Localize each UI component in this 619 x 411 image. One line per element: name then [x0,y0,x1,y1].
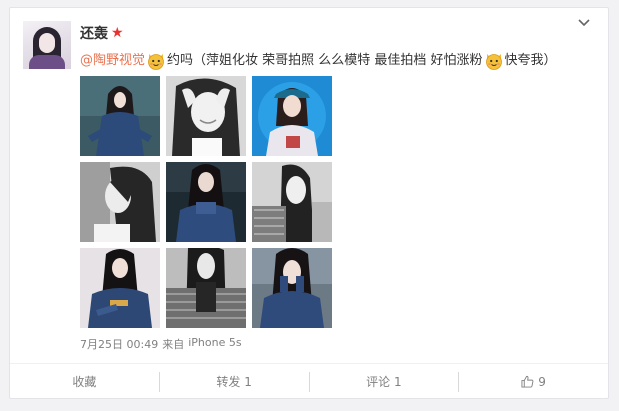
post-text: @陶野视觉 约吗（萍姐化妆 荣哥拍照 么么模特 最佳拍档 好怕涨粉 快夸我） [80,51,600,71]
repost-button[interactable]: 转发 1 [160,371,310,392]
post-meta: 7月25日 00:49 来自 iPhone 5s [80,336,242,352]
photo-thumbnail-5[interactable] [166,162,246,242]
photo-thumbnail-9[interactable] [252,248,332,328]
photo-thumbnail-7[interactable] [80,248,160,328]
photo-thumbnail-8[interactable] [166,248,246,328]
cat-face-emoji-icon [148,54,164,70]
like-button[interactable]: 9 [459,372,608,392]
photo-grid [80,76,334,328]
post-text-part2: 快夸我） [504,53,557,68]
post-timestamp[interactable]: 7月25日 00:49 [80,336,158,352]
thumbs-up-icon [521,375,534,388]
mention-link[interactable]: @陶野视觉 [80,51,145,71]
photo-thumbnail-4[interactable] [80,162,160,242]
photo-thumbnail-3[interactable] [252,76,332,156]
comment-label: 评论 1 [366,374,402,389]
chevron-down-icon[interactable] [576,16,592,30]
username[interactable]: 还轰 [80,23,108,43]
comment-button[interactable]: 评论 1 [310,371,460,392]
action-bar: 收藏 转发 1 评论 1 9 [10,363,608,399]
favorite-button[interactable]: 收藏 [10,371,160,392]
weibo-post-card: 还轰 ★ @陶野视觉 约吗（萍姐化妆 荣哥拍照 么么模特 最佳拍档 好怕涨粉 快… [9,7,609,399]
post-source[interactable]: iPhone 5s [188,336,241,352]
star-icon: ★ [111,25,124,41]
username-row: 还轰 ★ [80,23,124,43]
post-text-part1: 约吗（萍姐化妆 荣哥拍照 么么模特 最佳拍档 好怕涨粉 [167,53,483,68]
photo-thumbnail-2[interactable] [166,76,246,156]
like-count: 9 [538,374,546,389]
repost-label: 转发 1 [216,374,252,389]
photo-thumbnail-6[interactable] [252,162,332,242]
photo-thumbnail-1[interactable] [80,76,160,156]
avatar[interactable] [23,21,71,69]
favorite-label: 收藏 [72,374,97,389]
source-prefix: 来自 [162,338,185,351]
cat-face-emoji-icon [485,54,502,70]
